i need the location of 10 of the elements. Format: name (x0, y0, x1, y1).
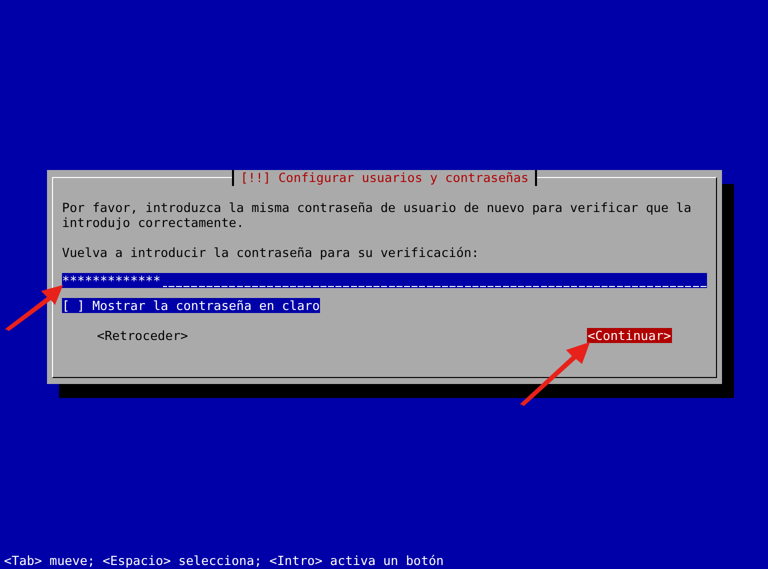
arrow-annotation-drawing (3, 285, 63, 331)
prompt-text: Vuelva a introducir la contraseña para su verificación: (62, 245, 480, 260)
password-field[interactable]: ************* (62, 273, 707, 288)
dialog-title: [!!] Configurar usuarios y contraseñas (232, 170, 537, 186)
show-password-checkbox[interactable]: [ ] Mostrar la contraseña en claro (62, 298, 320, 313)
message-text: Por favor, introduzca la misma contraseña de usuario de nuevo para verificar que la introdujo correctamente. (62, 200, 692, 230)
dialog-button[interactable]: <Continuar> (586, 328, 672, 343)
arrow-annotation-drawing (518, 342, 590, 406)
dialog-button[interactable]: <Retroceder> (96, 328, 189, 343)
key-help-text: <Tab> mueve; <Espacio> selecciona; <Intro> activa un botón (3, 553, 444, 568)
